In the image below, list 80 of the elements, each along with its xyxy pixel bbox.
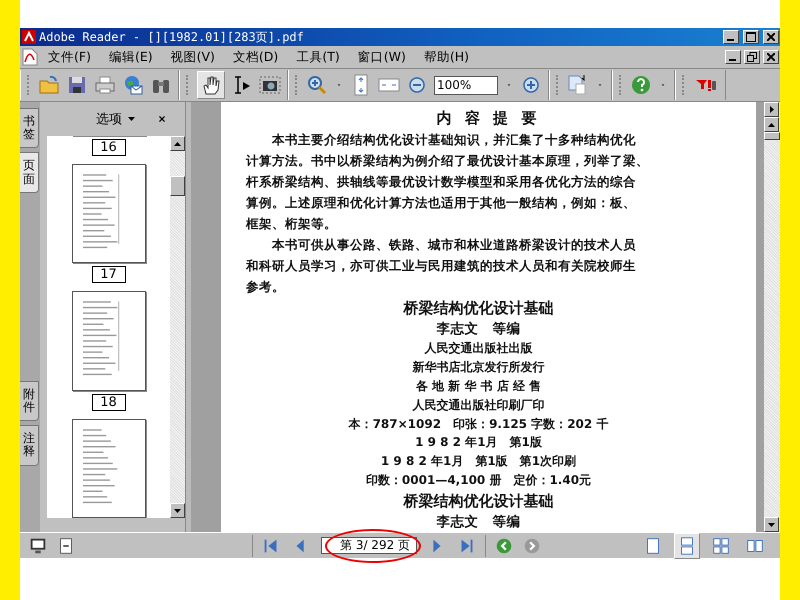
caret-icon	[128, 117, 135, 121]
page-heading: 桥梁结构优化设计基础	[402, 491, 554, 512]
scrollbar-thumb[interactable]	[170, 176, 185, 196]
scroll-down-button[interactable]	[170, 503, 185, 518]
page-layout-button[interactable]	[674, 532, 700, 558]
scroll-up-button[interactable]	[170, 136, 185, 151]
page-number: 16	[92, 138, 126, 156]
page-text: 各 地 新 华 书 店 经 售	[414, 378, 542, 395]
menu-item[interactable]: 文档(D)	[224, 46, 286, 68]
save-icon[interactable]	[66, 74, 88, 96]
page-heading: 内 容 提 要	[436, 108, 542, 129]
sidebar-tab[interactable]: 注释	[20, 425, 39, 466]
page-thumbnail[interactable]	[72, 164, 146, 263]
sidebar-tab[interactable]: 页面	[20, 152, 39, 193]
scrollbar-thumb[interactable]	[764, 132, 780, 140]
close-button[interactable]	[763, 50, 779, 64]
up-arrow-icon	[174, 142, 181, 146]
page-text: 本：787×1092 印张：9.125 字数：202 千	[347, 416, 610, 432]
page-layout-icon	[711, 536, 731, 556]
up-arrow-icon	[768, 122, 775, 126]
monitor-icon[interactable]	[28, 536, 48, 556]
menu-item[interactable]: 文件(F)	[40, 46, 99, 68]
menu-item[interactable]: 工具(T)	[288, 46, 348, 68]
page-number: 17	[92, 266, 126, 283]
zoom-in-icon[interactable]	[306, 74, 328, 96]
scroll-down-button[interactable]	[764, 517, 779, 532]
pdf-logo-icon	[22, 30, 36, 44]
page-text: 李志文 等编	[436, 320, 522, 340]
options-menu-button[interactable]: 选项	[96, 110, 135, 128]
down-arrow-icon	[768, 522, 775, 526]
page-text: 和科研人员学习，亦可供工业与民用建筑的技术人员和有关院校师生	[244, 257, 637, 275]
page-text: 本书主要介绍结构优化设计基础知识，并汇集了十多种结构优化	[270, 131, 637, 149]
page-text: 人民交通出版社出版	[424, 340, 534, 358]
forward-icon[interactable]	[522, 536, 542, 556]
close-icon	[767, 33, 775, 41]
expand-button[interactable]	[764, 102, 779, 117]
close-icon	[767, 53, 775, 61]
menu-item[interactable]: 帮助(H)	[416, 46, 477, 68]
down-arrow-icon	[174, 508, 181, 512]
sidebar-tab[interactable]: 附件	[20, 380, 39, 422]
menu-item[interactable]: 编辑(E)	[100, 46, 161, 68]
window-title: Adobe Reader - [][1982.01][283页].pdf	[39, 28, 305, 46]
camera-icon[interactable]	[259, 74, 281, 96]
page-text: 框架、桁架等。	[244, 215, 338, 233]
page-text: 人民交通出版社印刷厂印	[412, 396, 546, 414]
minimize-button[interactable]	[723, 30, 739, 44]
sidebar-tab[interactable]: 书签	[20, 108, 39, 148]
page-number-field[interactable]: 第 3/ 292 页	[321, 537, 417, 554]
page-heading: 桥梁结构优化设计基础	[402, 298, 554, 320]
hand-tool-button[interactable]	[197, 71, 225, 99]
restore-icon	[747, 52, 757, 62]
minimize-button[interactable]	[725, 50, 741, 64]
right-arrow-icon	[770, 106, 774, 113]
document-icon	[22, 48, 38, 66]
page-text: 1 9 8 2 年1月 第1版 第1次印刷	[380, 453, 578, 470]
restore-button[interactable]	[744, 50, 760, 64]
page-thumbnail[interactable]	[72, 291, 146, 390]
maximize-button[interactable]	[743, 30, 759, 44]
page-text: 新华书店北京发行所发行	[412, 359, 546, 376]
page-text: 参考。	[245, 278, 286, 296]
maximize-icon	[746, 32, 756, 42]
page-text: 计算方法。书中以桥梁结构为例介绍了最优设计基本原理，列举了梁、	[244, 152, 650, 170]
page-text: 李志文 等编	[436, 513, 522, 532]
back-icon[interactable]	[494, 536, 514, 556]
globe-mail-icon[interactable]	[122, 74, 144, 96]
page-text: 算例。上述原理和优化计算方法也适用于其他一般结构，例如：板、	[245, 194, 637, 212]
page-number: 18	[92, 394, 126, 410]
page-text: 1 9 8 2 年1月 第1版	[414, 434, 543, 452]
page-text: 印数：0001—4,100 册 定价：1.40元	[364, 472, 592, 489]
menu-item[interactable]: 窗口(W)	[350, 46, 414, 68]
close-button[interactable]	[763, 30, 779, 44]
print-icon[interactable]	[94, 74, 116, 96]
help-icon[interactable]	[630, 74, 652, 96]
scroll-up-button[interactable]	[764, 117, 779, 132]
page-thumbnail[interactable]	[72, 418, 146, 518]
zoom-field[interactable]: 100%	[434, 76, 498, 94]
page-text: 本书可供从事公路、铁路、城市和林业道路桥梁设计的技术人员	[270, 236, 637, 254]
page-text: 杆系桥梁结构、拱轴线等最优设计数学模型和采用各优化方法的综合	[244, 173, 637, 191]
open-folder-icon[interactable]	[38, 74, 60, 96]
menu-item[interactable]: 视图(V)	[162, 46, 223, 68]
